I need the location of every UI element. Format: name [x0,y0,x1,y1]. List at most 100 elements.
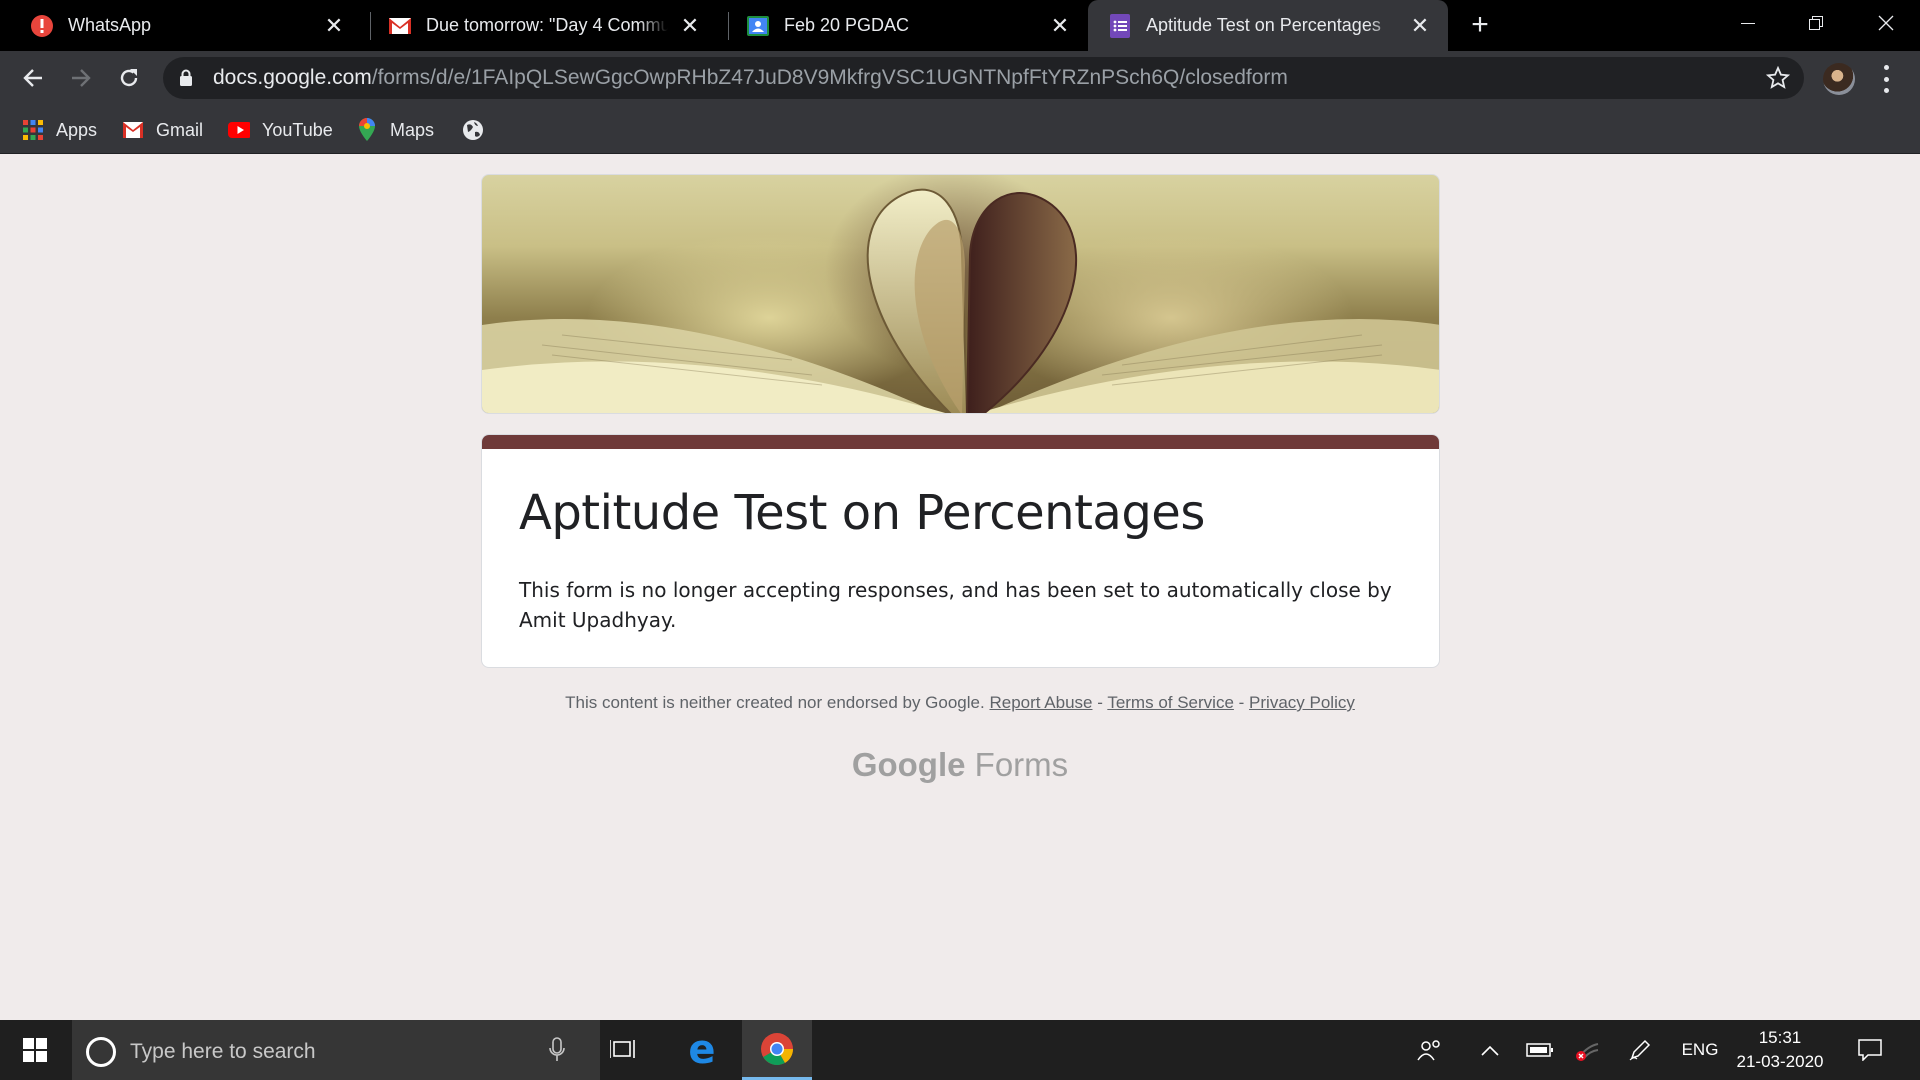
tab-title: WhatsApp [68,15,152,35]
globe-icon [462,119,484,141]
tab-title: Aptitude Test on Percentages [1146,15,1381,35]
whatsapp-notification-icon [30,14,54,38]
notification-icon [1858,1039,1882,1061]
taskbar-search-box[interactable]: Type here to search [72,1020,600,1080]
form-header-image [481,174,1440,414]
bookmark-youtube[interactable]: YouTube [228,106,333,154]
forms-wordmark: Forms [974,746,1069,783]
form-title: Aptitude Test on Percentages [519,485,1205,541]
report-abuse-link[interactable]: Report Abuse [989,693,1092,712]
people-button[interactable] [1410,1020,1450,1080]
youtube-icon [228,119,250,141]
edge-icon: e [688,1027,716,1073]
tab-classroom[interactable]: Feb 20 PGDAC ✕ [716,0,1088,51]
restore-icon [1809,15,1823,30]
maps-pin-icon [356,118,378,141]
pen-icon [1629,1039,1651,1061]
clock-date: 21-03-2020 [1736,1052,1824,1071]
bookmark-gmail[interactable]: Gmail [122,106,203,154]
card-accent-bar [482,435,1439,449]
separator: - [1238,693,1245,712]
profile-avatar[interactable] [1823,63,1855,95]
tab-title: Due tomorrow: "Day 4 Communi [426,15,668,35]
url-host: docs.google.com [213,66,372,89]
clock-time: 15:31 [1758,1028,1802,1047]
restore-button[interactable] [1782,0,1850,45]
browser-toolbar: docs.google.com/forms/d/e/1FAIpQLSewGgcO… [0,51,1920,106]
separator: - [1097,693,1103,712]
language-indicator[interactable]: ENG [1670,1020,1730,1080]
lock-icon [180,69,192,86]
network-status[interactable] [1568,1020,1608,1080]
bookmark-label: Apps [56,119,98,140]
bookmark-star-icon[interactable] [1766,66,1790,90]
close-tab-icon[interactable]: ✕ [1048,13,1072,38]
url-path: /forms/d/e/1FAIpQLSewGgcOwpRHbZ47JuD8V9M… [371,66,1288,89]
task-view-icon [610,1040,635,1058]
footer-disclaimer: This content is neither created nor endo… [0,693,1920,713]
tab-gmail[interactable]: Due tomorrow: "Day 4 Communi ✕ [358,0,718,51]
arrow-right-icon [72,69,91,87]
google-classroom-icon [746,14,770,38]
bookmark-maps[interactable]: Maps [356,106,434,154]
new-tab-button[interactable]: + [1466,10,1494,40]
address-bar[interactable]: docs.google.com/forms/d/e/1FAIpQLSewGgcO… [163,57,1804,99]
close-tab-icon[interactable]: ✕ [1408,13,1432,38]
close-tab-icon[interactable]: ✕ [678,13,702,38]
tab-strip: WhatsApp ✕ Due tomorrow: "Day 4 Communi … [0,0,1920,51]
taskbar-clock[interactable]: 15:31 21-03-2020 [1725,1026,1835,1074]
start-button[interactable] [0,1020,70,1080]
taskbar-chrome[interactable] [742,1020,812,1080]
close-icon [1878,15,1894,30]
open-book-heart-image [482,188,1439,413]
arrow-left-icon [23,69,42,87]
reload-button[interactable] [112,61,146,95]
url-text[interactable]: docs.google.com/forms/d/e/1FAIpQLSewGgcO… [213,66,1288,90]
form-page: Aptitude Test on Percentages This form i… [0,154,1920,1020]
form-closed-card: Aptitude Test on Percentages This form i… [481,434,1440,668]
forward-button[interactable] [64,61,98,95]
cortana-icon [86,1037,116,1067]
chevron-up-icon [1481,1045,1499,1056]
form-closed-message: This form is no longer accepting respons… [519,578,1392,632]
google-wordmark: Google [851,746,966,783]
back-button[interactable] [16,61,50,95]
tab-title: Feb 20 PGDAC [784,15,910,35]
bookmark-label: Gmail [156,119,204,140]
battery-status[interactable] [1520,1020,1560,1080]
minimize-button[interactable] [1714,0,1782,45]
bookmark-label: Maps [390,119,435,140]
bookmarks-bar: Apps Gmail YouTube Maps [0,106,1920,154]
close-tab-icon[interactable]: ✕ [322,13,346,38]
close-window-button[interactable] [1852,0,1920,45]
privacy-policy-link[interactable]: Privacy Policy [1249,693,1355,712]
taskbar-edge[interactable]: e [670,1020,734,1080]
show-hidden-icons-button[interactable] [1472,1020,1508,1080]
pen-workspace-button[interactable] [1620,1020,1660,1080]
bookmark-globe[interactable] [462,106,496,154]
browser-menu-button[interactable] [1876,65,1896,93]
google-forms-icon [1108,13,1132,38]
gmail-icon [122,119,144,141]
search-placeholder: Type here to search [130,1040,316,1063]
task-view-button[interactable] [592,1020,656,1080]
terms-of-service-link[interactable]: Terms of Service [1107,693,1234,712]
action-center-button[interactable] [1850,1020,1890,1080]
people-icon [1417,1040,1440,1061]
google-forms-logo[interactable]: Google Forms [0,746,1920,784]
microphone-icon[interactable] [548,1036,566,1064]
tab-whatsapp[interactable]: WhatsApp ✕ [0,0,362,51]
disclaimer-text: This content is neither created nor endo… [565,693,985,712]
reload-icon [120,69,138,87]
wifi-disconnected-icon [1576,1043,1599,1061]
bookmark-apps[interactable]: Apps [22,106,97,154]
windows-logo-icon [23,1038,47,1062]
tab-aptitude-test[interactable]: Aptitude Test on Percentages ✕ [1088,0,1448,51]
gmail-icon [388,14,412,38]
windows-taskbar: Type here to search e ENG 15:31 21-03-20… [0,1020,1920,1080]
chrome-icon [761,1032,794,1065]
apps-grid-icon [22,119,44,141]
minimize-icon [1741,22,1755,24]
battery-icon [1526,1043,1553,1057]
bookmark-label: YouTube [262,119,333,140]
